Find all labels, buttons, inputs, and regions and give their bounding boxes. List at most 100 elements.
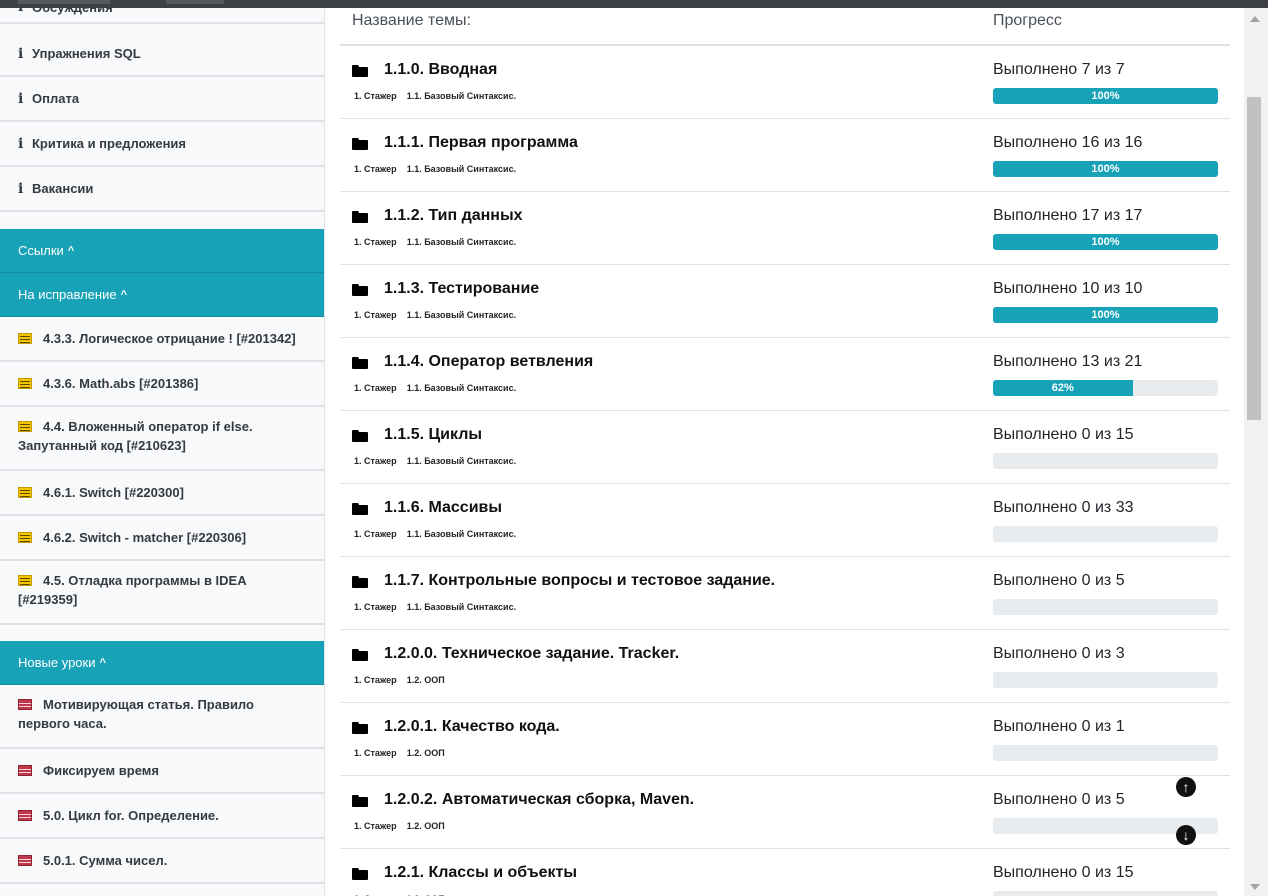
- progress-bar-fill: 100%: [993, 307, 1218, 323]
- fix-item[interactable]: 4.3.6. Math.abs [#201386]: [0, 362, 324, 407]
- topic-tag[interactable]: 1. Стажер: [354, 310, 397, 320]
- progress-bar: 100%: [993, 88, 1218, 104]
- topics-table: Название темы: Прогресс 1.1.0. Вводная 1.…: [340, 8, 1230, 896]
- folder-icon: [352, 868, 368, 880]
- fix-item[interactable]: 4.6.2. Switch - matcher [#220306]: [0, 516, 324, 561]
- table-row[interactable]: 1.1.4. Оператор ветвления 1. Стажер 1.1. Б…: [340, 338, 1230, 411]
- topic-tag[interactable]: 1.1. Базовый Синтаксис.: [407, 602, 516, 612]
- topic-title[interactable]: 1.1.1. Первая программа: [384, 134, 578, 152]
- topic-tag[interactable]: 1.1. Базовый Синтаксис.: [407, 383, 516, 393]
- topic-tag[interactable]: 1.2. ООП: [407, 821, 445, 831]
- topic-title[interactable]: 1.1.6. Массивы: [384, 499, 502, 517]
- scroll-up-button[interactable]: ↑: [1176, 777, 1196, 797]
- topic-tag[interactable]: 1.1. Базовый Синтаксис.: [407, 91, 516, 101]
- chevron-up-icon: ^: [67, 244, 75, 257]
- table-row[interactable]: 1.1.5. Циклы 1. Стажер 1.1. Базовый Синтак…: [340, 411, 1230, 484]
- scrollbar-up-arrow-icon[interactable]: [1250, 16, 1260, 22]
- folder-icon: [352, 795, 368, 807]
- folder-icon: [352, 722, 368, 734]
- sidebar-item-vacancies[interactable]: i Вакансии: [0, 167, 324, 212]
- topic-title[interactable]: 1.1.2. Тип данных: [384, 207, 523, 225]
- topic-tags: 1. Стажер 1.1. Базовый Синтаксис.: [354, 456, 516, 466]
- links-section-header[interactable]: Ссылки ^: [0, 229, 324, 273]
- table-row[interactable]: 1.2.0.1. Качество кода. 1. Стажер 1.2. ООП…: [340, 703, 1230, 776]
- topic-tag[interactable]: 1. Стажер: [354, 748, 397, 758]
- folder-icon: [352, 284, 368, 296]
- topic-tag[interactable]: 1. Стажер: [354, 602, 397, 612]
- topic-title[interactable]: 1.1.5. Циклы: [384, 426, 482, 444]
- topic-tag[interactable]: 1.1. Базовый Синтаксис.: [407, 529, 516, 539]
- completion-count: Выполнено 0 из 3: [993, 645, 1125, 662]
- scroll-down-button[interactable]: ↓: [1176, 825, 1196, 845]
- topic-tag[interactable]: 1.2. ООП: [407, 748, 445, 758]
- topic-tags: 1. Стажер 1.1. Базовый Синтаксис.: [354, 529, 516, 539]
- completion-count: Выполнено 0 из 15: [993, 864, 1134, 881]
- chevron-up-icon: ^: [99, 656, 106, 669]
- topic-title[interactable]: 1.1.3. Тестирование: [384, 280, 539, 298]
- topic-tag[interactable]: 1. Стажер: [354, 456, 397, 466]
- folder-icon: [352, 649, 368, 661]
- browser-top-bar: [0, 0, 1268, 8]
- topic-tag[interactable]: 1. Стажер: [354, 91, 397, 101]
- fix-item[interactable]: 4.4. Вложенный оператор if else. Запутан…: [0, 407, 324, 471]
- topic-tag[interactable]: 1. Стажер: [354, 821, 397, 831]
- completion-count: Выполнено 16 из 16: [993, 134, 1143, 151]
- progress-bar: 62%: [993, 380, 1218, 396]
- table-row[interactable]: 1.1.2. Тип данных 1. Стажер 1.1. Базовый С…: [340, 192, 1230, 265]
- table-row[interactable]: 1.2.0.0. Техническое задание. Tracker. 1.…: [340, 630, 1230, 703]
- chevron-up-icon: ^: [120, 288, 128, 301]
- topic-tag[interactable]: 1. Стажер: [354, 675, 397, 685]
- fix-item[interactable]: 4.3.3. Логическое отрицание ! [#201342]: [0, 317, 324, 362]
- progress-bar: [993, 599, 1218, 615]
- sidebar-item-payment[interactable]: i Оплата: [0, 77, 324, 122]
- completion-count: Выполнено 0 из 15: [993, 426, 1134, 443]
- folder-icon: [352, 576, 368, 588]
- progress-bar: 100%: [993, 161, 1218, 177]
- topic-tag[interactable]: 1.1. Базовый Синтаксис.: [407, 237, 516, 247]
- topic-title[interactable]: 1.2.0.2. Автоматическая сборка, Maven.: [384, 791, 694, 809]
- topic-title[interactable]: 1.1.4. Оператор ветвления: [384, 353, 593, 371]
- new-lesson-item[interactable]: Фиксируем время: [0, 749, 324, 794]
- topic-tag[interactable]: 1. Стажер: [354, 237, 397, 247]
- table-row[interactable]: 1.1.3. Тестирование 1. Стажер 1.1. Базовый…: [340, 265, 1230, 338]
- sidebar-item-feedback[interactable]: i Критика и предложения: [0, 122, 324, 167]
- table-row[interactable]: 1.2.0.2. Автоматическая сборка, Maven. 1.…: [340, 776, 1230, 849]
- table-row[interactable]: 1.1.1. Первая программа 1. Стажер 1.1. Баз…: [340, 119, 1230, 192]
- table-row[interactable]: 1.1.0. Вводная 1. Стажер 1.1. Базовый Синт…: [340, 46, 1230, 119]
- topic-title[interactable]: 1.1.7. Контрольные вопросы и тестовое за…: [384, 572, 775, 590]
- fix-item[interactable]: 4.6.1. Switch [#220300]: [0, 471, 324, 516]
- completion-count: Выполнено 10 из 10: [993, 280, 1143, 297]
- new-lesson-item[interactable]: 5.0.1. Сумма чисел.: [0, 839, 324, 884]
- topic-title[interactable]: 1.2.0.0. Техническое задание. Tracker.: [384, 645, 679, 663]
- topic-title[interactable]: 1.1.0. Вводная: [384, 61, 497, 79]
- info-icon: i: [18, 45, 24, 62]
- scrollbar-thumb[interactable]: [1247, 97, 1261, 420]
- progress-bar-fill: 62%: [993, 380, 1133, 396]
- table-header: Название темы: Прогресс: [340, 8, 1230, 46]
- new-lessons-section-header[interactable]: Новые уроки ^: [0, 641, 324, 685]
- fix-section-header[interactable]: На исправление ^: [0, 273, 324, 317]
- topic-tag[interactable]: 1.1. Базовый Синтаксис.: [407, 456, 516, 466]
- task-list-icon: [18, 487, 32, 498]
- table-row[interactable]: 1.1.7. Контрольные вопросы и тестовое за…: [340, 557, 1230, 630]
- topic-tag[interactable]: 1.1. Базовый Синтаксис.: [407, 164, 516, 174]
- sidebar-item-sql-exercises[interactable]: i Упражнения SQL: [0, 32, 324, 77]
- lesson-icon: [18, 699, 32, 710]
- topic-tag[interactable]: 1. Стажер: [354, 529, 397, 539]
- sidebar-item-discussions[interactable]: i Обсуждения: [0, 8, 324, 24]
- new-lesson-item[interactable]: Мотивирующая статья. Правило первого час…: [0, 685, 324, 749]
- table-row[interactable]: 1.1.6. Массивы 1. Стажер 1.1. Базовый Синт…: [340, 484, 1230, 557]
- topic-tag[interactable]: 1. Стажер: [354, 164, 397, 174]
- topic-title[interactable]: 1.2.0.1. Качество кода.: [384, 718, 560, 736]
- topic-tags: 1. Стажер 1.1. Базовый Синтаксис.: [354, 91, 516, 101]
- progress-bar-fill: 100%: [993, 161, 1218, 177]
- new-lesson-item[interactable]: 5.0. Цикл for. Определение.: [0, 794, 324, 839]
- topic-tag[interactable]: 1.2. ООП: [407, 675, 445, 685]
- topic-tag[interactable]: 1. Стажер: [354, 383, 397, 393]
- fix-item[interactable]: 4.5. Отладка программы в IDEA [#219359]: [0, 561, 324, 625]
- table-row[interactable]: 1.2.1. Классы и объекты1. Стажер1.2. ООП…: [340, 849, 1230, 896]
- column-header-topic: Название темы:: [352, 12, 471, 29]
- topic-tag[interactable]: 1.1. Базовый Синтаксис.: [407, 310, 516, 320]
- topic-title[interactable]: 1.2.1. Классы и объекты: [384, 864, 577, 882]
- scrollbar-down-arrow-icon[interactable]: [1250, 884, 1260, 890]
